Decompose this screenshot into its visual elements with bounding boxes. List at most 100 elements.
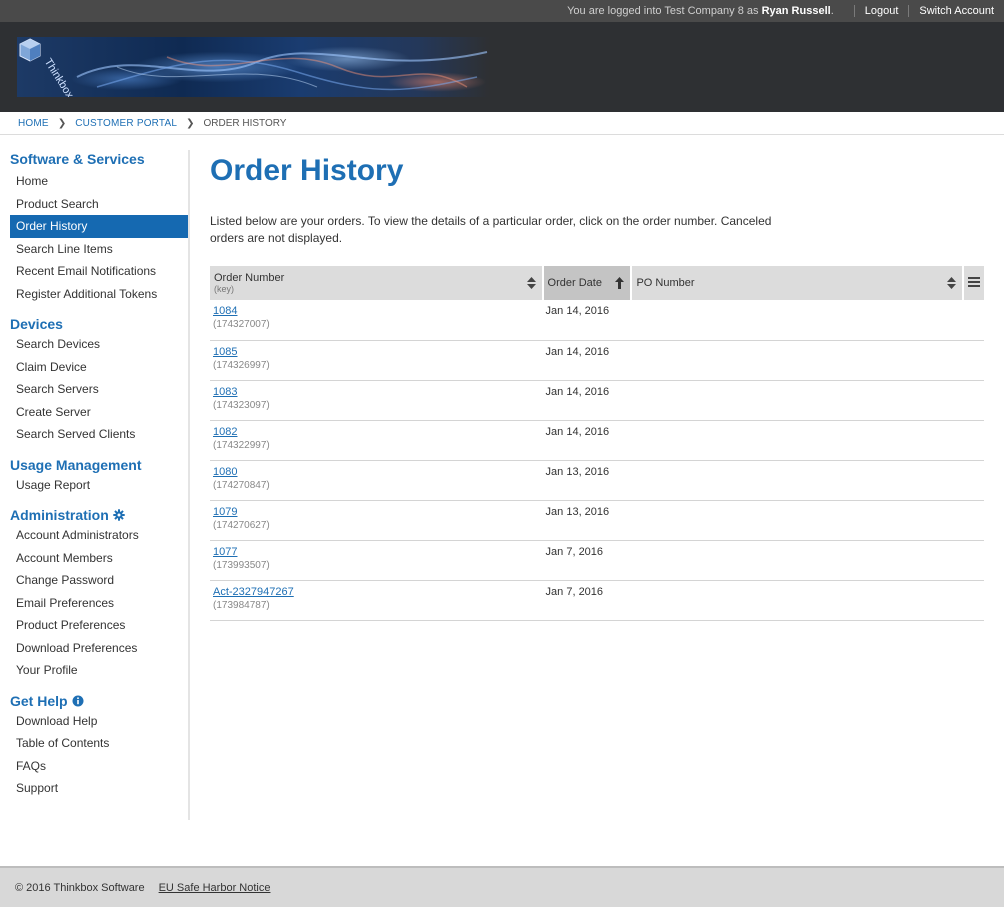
column-label: Order Date: [547, 277, 602, 289]
sort-icon[interactable]: [946, 277, 956, 289]
login-suffix: .: [830, 5, 834, 17]
po-number: [631, 340, 963, 381]
table-row: 1084 (174327007) Jan 14, 2016: [210, 300, 984, 341]
sidebar-group-title: Devices: [10, 315, 188, 333]
column-menu-button[interactable]: [962, 266, 984, 300]
sort-icon[interactable]: [526, 277, 536, 289]
breadcrumb-current: ORDER HISTORY: [203, 117, 287, 129]
order-number-link[interactable]: 1082: [213, 426, 237, 438]
order-key: (173993507): [213, 559, 270, 571]
table-row: 1080 (174270847) Jan 13, 2016: [210, 460, 984, 501]
sidebar-item-search-servers[interactable]: Search Servers: [10, 378, 188, 401]
table-row: Act-2327947267 (173984787) Jan 7, 2016: [210, 580, 984, 621]
sidebar-item-account-administrators[interactable]: Account Administrators: [10, 524, 188, 547]
sidebar-item-support[interactable]: Support: [10, 777, 188, 800]
login-status: You are logged into Test Company 8 as Ry…: [567, 5, 834, 17]
column-header-order-number[interactable]: Order Number (key): [210, 266, 544, 300]
sidebar-group-get-help: Get Help Download Help Table of Contents…: [10, 692, 188, 800]
order-number-link[interactable]: 1083: [213, 386, 237, 398]
po-number: [631, 540, 963, 581]
group-title-text: Usage Management: [10, 456, 142, 473]
sidebar-item-product-preferences[interactable]: Product Preferences: [10, 614, 188, 637]
sidebar-item-create-server[interactable]: Create Server: [10, 401, 188, 424]
sidebar-group-title: Administration: [10, 506, 188, 524]
sort-ascending-icon[interactable]: [615, 277, 625, 289]
column-header-order-date[interactable]: Order Date: [542, 266, 633, 300]
divider: [908, 5, 910, 17]
thinkbox-logo-icon: [19, 38, 41, 62]
po-number: [631, 580, 963, 621]
order-key: (174270847): [213, 479, 270, 491]
info-icon: [72, 695, 84, 706]
sidebar-item-table-of-contents[interactable]: Table of Contents: [10, 732, 188, 755]
sidebar-item-email-preferences[interactable]: Email Preferences: [10, 592, 188, 615]
po-number: [631, 460, 963, 501]
order-number-link[interactable]: 1080: [213, 466, 237, 478]
sidebar-item-product-search[interactable]: Product Search: [10, 193, 188, 216]
order-date: Jan 13, 2016: [542, 460, 632, 501]
sidebar-item-recent-email-notifications[interactable]: Recent Email Notifications: [10, 260, 188, 283]
sidebar-item-register-additional-tokens[interactable]: Register Additional Tokens: [10, 283, 188, 306]
order-key: (174326997): [213, 359, 270, 371]
sidebar-item-search-devices[interactable]: Search Devices: [10, 333, 188, 356]
orders-table: Order Number (key) Order Date PO Number: [210, 266, 984, 621]
footer-copyright: © 2016 Thinkbox Software: [15, 881, 145, 894]
sidebar-group-software: Software & Services Home Product Search …: [10, 150, 188, 305]
menu-cell: [962, 340, 984, 381]
order-number-link[interactable]: 1077: [213, 546, 237, 558]
sidebar-item-search-line-items[interactable]: Search Line Items: [10, 238, 188, 261]
page-title: Order History: [210, 154, 404, 187]
smoke-art: [76, 51, 488, 91]
column-label: Order Number: [214, 272, 285, 284]
sidebar-item-faqs[interactable]: FAQs: [10, 755, 188, 778]
intro-line-2: orders are not displayed.: [210, 231, 343, 245]
sidebar-item-usage-report[interactable]: Usage Report: [10, 474, 188, 497]
sidebar-item-change-password[interactable]: Change Password: [10, 569, 188, 592]
order-number-link[interactable]: 1085: [213, 346, 237, 358]
chevron-right-icon: ❯: [57, 117, 67, 129]
po-number: [631, 380, 963, 421]
sidebar-item-account-members[interactable]: Account Members: [10, 547, 188, 570]
sidebar-group-title: Software & Services: [10, 150, 188, 168]
column-label: PO Number: [636, 277, 695, 289]
sidebar-item-download-help[interactable]: Download Help: [10, 710, 188, 733]
order-number-link[interactable]: 1084: [213, 305, 237, 317]
header-banner[interactable]: Thinkbox Software: [17, 37, 489, 97]
menu-cell: [962, 460, 984, 501]
intro-text: Listed below are your orders. To view th…: [210, 213, 810, 247]
sidebar-group-title: Usage Management: [10, 456, 188, 474]
sidebar-item-claim-device[interactable]: Claim Device: [10, 356, 188, 379]
eu-safe-harbor-link[interactable]: EU Safe Harbor Notice: [159, 882, 271, 894]
breadcrumb-home[interactable]: HOME: [18, 118, 49, 129]
sidebar-group-title: Get Help: [10, 692, 188, 710]
chevron-right-icon: ❯: [186, 117, 195, 129]
top-bar: You are logged into Test Company 8 as Ry…: [0, 0, 1004, 22]
sidebar-item-search-served-clients[interactable]: Search Served Clients: [10, 423, 188, 446]
group-title-text: Get Help: [10, 692, 68, 709]
sidebar-item-download-preferences[interactable]: Download Preferences: [10, 637, 188, 660]
sidebar-item-home[interactable]: Home: [10, 170, 188, 193]
order-number-link[interactable]: Act-2327947267: [213, 586, 294, 598]
column-sublabel: (key): [214, 284, 234, 294]
switch-account-link[interactable]: Switch Account: [919, 5, 994, 17]
breadcrumb-portal[interactable]: CUSTOMER PORTAL: [75, 118, 177, 129]
order-key: (174327007): [213, 319, 270, 330]
group-title-text: Administration: [10, 507, 109, 523]
site-header: Thinkbox Software: [0, 22, 1004, 112]
menu-cell: [962, 540, 984, 581]
sidebar-group-administration: Administration Account Administrators Ac…: [10, 506, 188, 682]
sidebar-item-your-profile[interactable]: Your Profile: [10, 659, 188, 682]
column-header-po-number[interactable]: PO Number: [631, 266, 964, 300]
order-number-link[interactable]: 1079: [213, 506, 237, 518]
po-number: [631, 420, 963, 461]
order-key: (174322997): [213, 439, 270, 451]
sidebar: Software & Services Home Product Search …: [10, 150, 190, 820]
menu-cell: [962, 580, 984, 621]
menu-icon: [967, 276, 980, 287]
table-header-row: Order Number (key) Order Date PO Number: [210, 266, 984, 300]
order-key: (174323097): [213, 399, 270, 411]
logout-link[interactable]: Logout: [865, 5, 899, 17]
gear-icon: [113, 509, 125, 521]
sidebar-item-order-history[interactable]: Order History: [10, 215, 188, 238]
group-title-text: Devices: [10, 316, 63, 332]
